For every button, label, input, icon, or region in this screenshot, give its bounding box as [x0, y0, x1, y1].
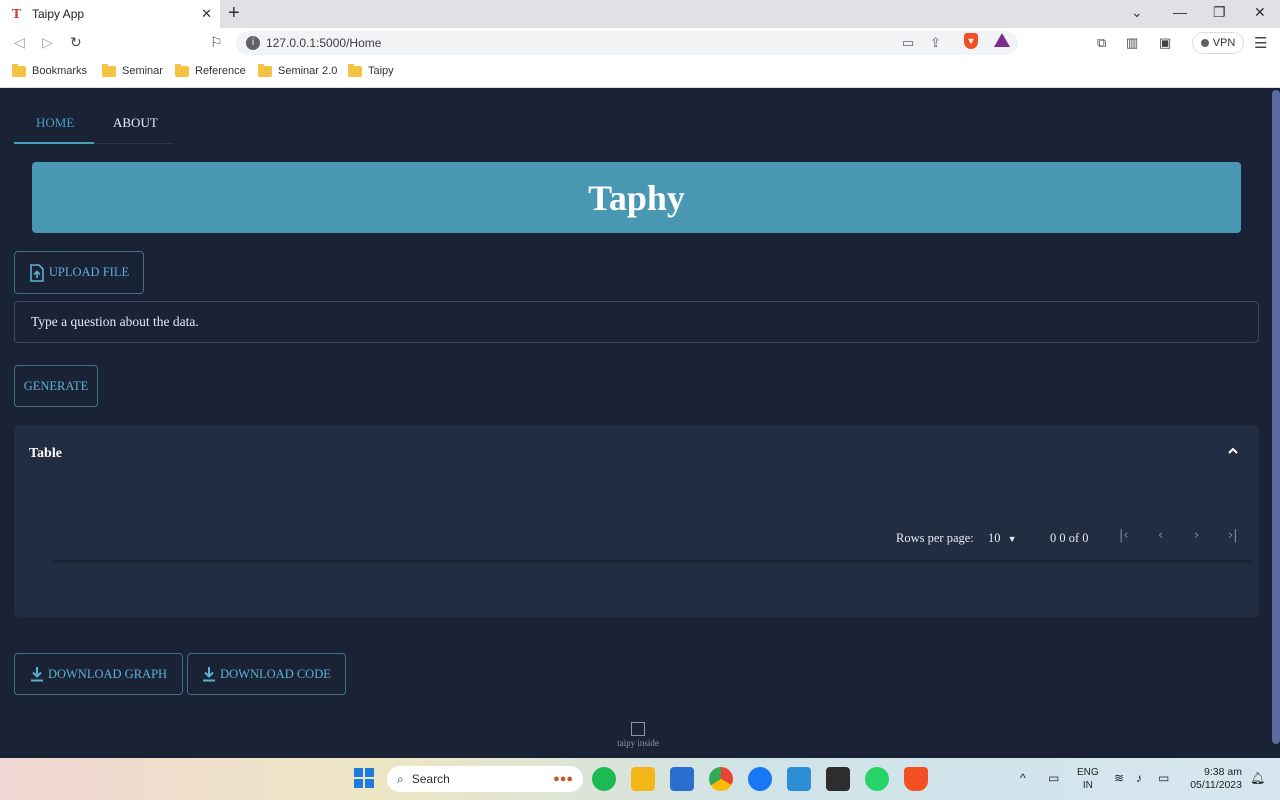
- question-input[interactable]: Type a question about the data.: [14, 301, 1259, 343]
- notification-bell-icon[interactable]: 🔔︎: [1250, 771, 1265, 785]
- collapse-chevron-icon[interactable]: [1227, 445, 1239, 457]
- download-code-label: DOWNLOAD CODE: [220, 666, 331, 681]
- taskbar-search[interactable]: ⌕ Search ●●●: [387, 766, 583, 792]
- page-title: Taphy: [588, 177, 685, 218]
- vpn-button[interactable]: VPN: [1192, 32, 1244, 54]
- tab-about[interactable]: ABOUT: [113, 115, 158, 131]
- tab-title: Taipy App: [32, 7, 85, 21]
- download-icon: [30, 667, 43, 682]
- touch-keyboard-icon[interactable]: ▭: [1048, 771, 1059, 785]
- system-clock[interactable]: 9:38 am 05/11/2023: [1186, 766, 1242, 792]
- vpn-label: VPN: [1212, 37, 1236, 49]
- next-page-icon[interactable]: ›: [1194, 528, 1199, 543]
- folder-icon: [175, 63, 189, 77]
- generate-label: GENERATE: [23, 378, 89, 393]
- tab-search-chevron-icon[interactable]: ⌄: [1131, 4, 1143, 21]
- folder-icon: [258, 63, 272, 77]
- microsoft-store-icon[interactable]: [670, 767, 694, 791]
- folder-icon: [348, 63, 362, 77]
- sidebar-icon[interactable]: ▥: [1126, 35, 1138, 51]
- browser-tab[interactable]: T Taipy App ✕: [0, 0, 220, 28]
- active-tab-indicator: [14, 142, 94, 144]
- new-tab-icon[interactable]: +: [228, 2, 240, 25]
- facebook-icon[interactable]: [748, 767, 772, 791]
- battery-icon[interactable]: ▭: [1158, 771, 1169, 785]
- first-page-icon[interactable]: |‹: [1119, 528, 1129, 543]
- bookmark-icon[interactable]: ⚐: [210, 34, 223, 51]
- search-icon: ⌕: [397, 771, 404, 786]
- brave-rewards-icon[interactable]: [994, 33, 1010, 47]
- language-indicator[interactable]: ENG IN: [1077, 766, 1099, 792]
- volume-icon[interactable]: ♪: [1136, 771, 1142, 785]
- whatsapp-icon[interactable]: [865, 767, 889, 791]
- footer-image-alt: taipy inside: [617, 738, 659, 748]
- app-page: HOME ABOUT Taphy UPLOAD FILE Type a ques…: [0, 88, 1280, 758]
- upload-file-label: UPLOAD FILE: [48, 265, 130, 279]
- close-window-icon[interactable]: ✕: [1254, 4, 1266, 21]
- site-info-icon[interactable]: i: [246, 36, 260, 50]
- generate-button[interactable]: GENERATE: [14, 365, 98, 407]
- bookmark-folder-taipy[interactable]: Taipy: [348, 63, 394, 77]
- download-icon: [203, 667, 216, 682]
- brave-browser-icon[interactable]: [904, 767, 928, 791]
- pagination-range: 0 0 of 0: [1050, 531, 1089, 545]
- restore-icon[interactable]: ❐: [1213, 4, 1226, 21]
- file-upload-icon: [30, 263, 44, 282]
- share-icon[interactable]: ⇪: [930, 35, 941, 51]
- windows-start-icon[interactable]: [354, 768, 374, 788]
- page-scrollbar[interactable]: [1272, 90, 1280, 744]
- download-code-button[interactable]: DOWNLOAD CODE: [187, 653, 346, 695]
- bookmark-folder-seminar[interactable]: Seminar: [102, 63, 163, 77]
- upload-file-button[interactable]: UPLOAD FILE: [14, 251, 144, 294]
- tab-home[interactable]: HOME: [36, 115, 74, 131]
- bookmarks-bar: Bookmarks Seminar Reference Seminar 2.0 …: [0, 58, 1280, 88]
- minimize-icon[interactable]: —: [1173, 4, 1187, 20]
- reload-icon[interactable]: ↻: [70, 34, 82, 51]
- taskbar: ⌕ Search ●●● ^ ▭ ENG IN ≋ ♪ ▭ 9:38 am 05…: [0, 758, 1280, 800]
- spotify-icon[interactable]: [592, 767, 616, 791]
- broken-image-icon: [631, 722, 645, 736]
- cast-icon[interactable]: ▭: [902, 35, 914, 51]
- terminal-icon[interactable]: [826, 767, 850, 791]
- dropdown-arrow-icon: ▼: [1007, 534, 1017, 544]
- browser-tab-strip: T Taipy App ✕ + ⌄ — ❐ ✕: [0, 0, 1280, 28]
- taskbar-search-label: Search: [411, 772, 450, 786]
- download-graph-label: DOWNLOAD GRAPH: [47, 666, 168, 681]
- table-panel: Table Rows per page: 10 ▼ 0 0 of 0 |‹ ‹ …: [14, 425, 1259, 617]
- back-icon[interactable]: ◁: [14, 34, 25, 51]
- vscode-icon[interactable]: [787, 767, 811, 791]
- chrome-icon[interactable]: [709, 767, 733, 791]
- table-pagination: Rows per page: 10 ▼ 0 0 of 0 |‹ ‹ › ›|: [54, 517, 1252, 561]
- browser-toolbar: ◁ ▷ ↻ ⚐ i 127.0.0.1:5000/Home ▭ ⇪ ▼ ⧉ ▥ …: [0, 28, 1280, 58]
- folder-icon: [102, 63, 116, 77]
- close-tab-icon[interactable]: ✕: [201, 6, 212, 22]
- extensions-icon[interactable]: ⧉: [1097, 35, 1106, 51]
- forward-icon[interactable]: ▷: [42, 34, 53, 51]
- download-graph-button[interactable]: DOWNLOAD GRAPH: [14, 653, 183, 695]
- last-page-icon[interactable]: ›|: [1228, 528, 1238, 543]
- bookmark-folder-seminar-2[interactable]: Seminar 2.0: [258, 63, 337, 77]
- title-banner: Taphy: [32, 162, 1241, 233]
- wifi-icon[interactable]: ≋: [1114, 771, 1124, 785]
- show-hidden-icons-icon[interactable]: ^: [1020, 771, 1026, 785]
- file-explorer-icon[interactable]: [631, 767, 655, 791]
- previous-page-icon[interactable]: ‹: [1158, 528, 1163, 543]
- rows-per-page-label: Rows per page:: [896, 531, 974, 545]
- url-text[interactable]: 127.0.0.1:5000/Home: [266, 36, 381, 50]
- wallet-icon[interactable]: ▣: [1159, 35, 1171, 51]
- taipy-favicon-icon: T: [12, 7, 21, 21]
- brave-shields-icon[interactable]: ▼: [964, 33, 978, 49]
- question-placeholder: Type a question about the data.: [31, 314, 199, 329]
- menu-icon[interactable]: ☰: [1254, 34, 1267, 52]
- bookmark-folder-reference[interactable]: Reference: [175, 63, 246, 77]
- address-bar[interactable]: i 127.0.0.1:5000/Home ▭ ⇪: [236, 31, 1018, 55]
- table-title: Table: [29, 446, 62, 461]
- vpn-status-icon: [1200, 39, 1209, 47]
- nav-tabs: HOME ABOUT: [14, 102, 174, 144]
- search-highlight-icon: ●●●: [553, 773, 573, 785]
- bookmark-folder-bookmarks[interactable]: Bookmarks: [12, 63, 87, 77]
- rows-per-page-select[interactable]: 10 ▼: [988, 531, 1017, 546]
- folder-icon: [12, 63, 26, 77]
- taipy-inside-image: taipy inside: [613, 722, 663, 748]
